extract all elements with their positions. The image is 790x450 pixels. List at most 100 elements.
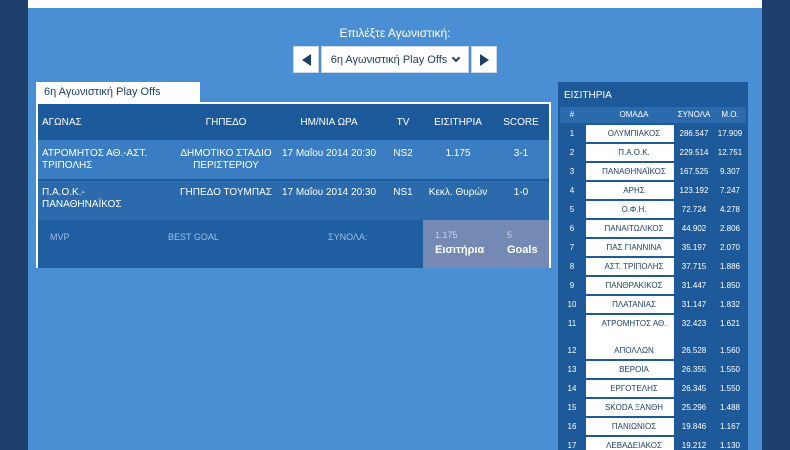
rank: 1 bbox=[560, 125, 584, 142]
best-goal-label: BEST GOAL bbox=[168, 232, 219, 242]
rank: 10 bbox=[560, 296, 584, 313]
ranking-row: 17 ΛΕΒΑΔΕΙΑΚΟΣ 19.212 1.130 bbox=[560, 437, 746, 450]
matches-table: ΑΓΩΝΑΣ ΓΗΠΕΔΟ ΗΜ/ΝΙΑ ΩΡΑ TV ΕΙΣΙΤΗΡΙΑ SC… bbox=[36, 102, 551, 268]
rank: 13 bbox=[560, 361, 584, 378]
team-name: ΛΕΒΑΔΕΙΑΚΟΣ bbox=[586, 437, 682, 450]
match-tv: NS2 bbox=[393, 148, 413, 159]
team-name: Π.Α.Ο.Κ. bbox=[586, 144, 682, 161]
tickets-average: 2.806 bbox=[714, 220, 746, 237]
tickets-total: 167.525 bbox=[674, 163, 714, 180]
tickets-average: 1.488 bbox=[714, 399, 746, 416]
matches-header-row: ΑΓΩΝΑΣ ΓΗΠΕΔΟ ΗΜ/ΝΙΑ ΩΡΑ TV ΕΙΣΙΤΗΡΙΑ SC… bbox=[38, 104, 549, 140]
rank: 2 bbox=[560, 144, 584, 161]
team-name: ΠΑΝΑΘΗΝΑΪΚΟΣ bbox=[586, 163, 682, 180]
team-name: ΑΠΟΛΛΩΝ bbox=[586, 342, 682, 359]
rank: 16 bbox=[560, 418, 584, 435]
rank: 17 bbox=[560, 437, 584, 450]
header-tv: TV bbox=[396, 117, 410, 128]
rank: 5 bbox=[560, 201, 584, 218]
rank: 3 bbox=[560, 163, 584, 180]
team-name: ΠΑΝΘΡΑΚΙΚΟΣ bbox=[586, 277, 682, 294]
arrow-left-icon bbox=[301, 53, 311, 66]
team-name: ΠΑΝΙΩΝΙΟΣ bbox=[586, 418, 682, 435]
tickets-total: 286.547 bbox=[674, 125, 714, 142]
ranking-row: 5 Ο.Φ.Η. 72.724 4.278 bbox=[560, 201, 746, 218]
ranking-row: 13 ΒΕΡΟΙΑ 26.355 1.550 bbox=[560, 361, 746, 378]
ranking-row: 15 SKODA ΞΑΝΘΗ 25.296 1.488 bbox=[560, 399, 746, 416]
tickets-total: 26.528 bbox=[674, 342, 714, 359]
ranking-row: 10 ΠΛΑΤΑΝΙΑΣ 31.147 1.832 bbox=[560, 296, 746, 313]
round-tab[interactable]: 6η Αγωνιστική Play Offs bbox=[36, 82, 200, 102]
rank: 14 bbox=[560, 380, 584, 397]
ranking-row: 6 ΠΑΝΑΙΤΩΛΙΚΟΣ 44.902 2.806 bbox=[560, 220, 746, 237]
team-name: ΠΑΝΑΙΤΩΛΙΚΟΣ bbox=[586, 220, 682, 237]
ranking-row: 7 ΠΑΣ ΓΙΑΝΝΙΝΑ 35.197 2.070 bbox=[560, 239, 746, 256]
tickets-average: 1.850 bbox=[714, 277, 746, 294]
match-date: 17 Μαΐου 2014 20:30 bbox=[281, 148, 377, 159]
header-total: ΣΥΝΟΛΑ bbox=[677, 110, 711, 119]
tickets-average: 4.278 bbox=[714, 201, 746, 218]
rank: 6 bbox=[560, 220, 584, 237]
tickets-total: 31.447 bbox=[674, 277, 714, 294]
tickets-total: 72.724 bbox=[674, 201, 714, 218]
rank: 8 bbox=[560, 258, 584, 275]
header-team: ΟΜΑΔΑ bbox=[619, 110, 649, 119]
tickets-total: 229.514 bbox=[674, 144, 714, 161]
ranking-row: 12 ΑΠΟΛΛΩΝ 26.528 1.560 bbox=[560, 342, 746, 359]
totals-box: 1.175 Εισιτήρια 5 Goals bbox=[423, 220, 549, 268]
match-tickets: 1.175 bbox=[445, 148, 471, 159]
tickets-total: 19.846 bbox=[674, 418, 714, 435]
tickets-total: 37.715 bbox=[674, 258, 714, 275]
team-name: ΒΕΡΟΙΑ bbox=[586, 361, 682, 378]
round-select-dropdown[interactable]: 6η Αγωνιστική Play Offs bbox=[321, 46, 469, 73]
ranking-row: 2 Π.Α.Ο.Κ. 229.514 12.751 bbox=[560, 144, 746, 161]
ranking-row: 3 ΠΑΝΑΘΗΝΑΪΚΟΣ 167.525 9.307 bbox=[560, 163, 746, 180]
header-tickets: ΕΙΣΙΤΗΡΙΑ bbox=[434, 117, 482, 128]
ranking-row: 14 ΕΡΓΟΤΕΛΗΣ 26.345 1.550 bbox=[560, 380, 746, 397]
match-score: 1-0 bbox=[513, 187, 529, 198]
page-content: Επιλέξτε Αγωνιστική: 6η Αγωνιστική Play … bbox=[28, 0, 762, 450]
next-round-button[interactable] bbox=[471, 46, 497, 73]
match-date: 17 Μαΐου 2014 20:30 bbox=[281, 187, 377, 198]
team-name: ΑΣΤ. ΤΡΙΠΟΛΗΣ bbox=[586, 258, 682, 275]
tickets-average: 17.909 bbox=[714, 125, 746, 142]
tickets-average: 7.247 bbox=[714, 182, 746, 199]
match-row[interactable]: Π.Α.Ο.Κ.-ΠΑΝΑΘΗΝΑΪΚΟΣ ΓΗΠΕΔΟ ΤΟΥΜΠΑΣ 17 … bbox=[38, 181, 549, 220]
tickets-average: 1.550 bbox=[714, 380, 746, 397]
top-bar bbox=[28, 0, 762, 8]
tickets-average: 1.560 bbox=[714, 342, 746, 359]
team-name: ΠΛΑΤΑΝΙΑΣ bbox=[586, 296, 682, 313]
totals-label: ΣΥΝΟΛΑ: bbox=[328, 232, 368, 242]
rank: 15 bbox=[560, 399, 584, 416]
tickets-average: 1.832 bbox=[714, 296, 746, 313]
header-score: SCORE bbox=[503, 117, 539, 128]
previous-round-button[interactable] bbox=[293, 46, 319, 73]
tickets-average: 12.751 bbox=[714, 144, 746, 161]
match-teams: Π.Α.Ο.Κ.-ΠΑΝΑΘΗΝΑΪΚΟΣ bbox=[42, 187, 122, 210]
team-name: ΑΡΗΣ bbox=[586, 182, 682, 199]
tickets-average: 1.130 bbox=[714, 437, 746, 450]
team-name: ΕΡΓΟΤΕΛΗΣ bbox=[586, 380, 682, 397]
tickets-total: 19.212 bbox=[674, 437, 714, 450]
mvp-label: MVP bbox=[50, 232, 70, 242]
match-tickets: Κεκλ. Θυρών bbox=[428, 187, 488, 198]
tickets-total: 26.345 bbox=[674, 380, 714, 397]
tickets-average: 2.070 bbox=[714, 239, 746, 256]
match-score: 3-1 bbox=[513, 148, 529, 159]
chevron-down-icon bbox=[452, 53, 461, 62]
tickets-total: 31.147 bbox=[674, 296, 714, 313]
tickets-total: 35.197 bbox=[674, 239, 714, 256]
tickets-header-row: # ΟΜΑΔΑ ΣΥΝΟΛΑ Μ.Ο. bbox=[560, 107, 746, 123]
round-selector-title: Επιλέξτε Αγωνιστική: bbox=[339, 26, 451, 40]
rank: 7 bbox=[560, 239, 584, 256]
team-name: Ο.Φ.Η. bbox=[586, 201, 682, 218]
header-average: Μ.Ο. bbox=[721, 110, 739, 119]
arrow-right-icon bbox=[479, 53, 489, 66]
header-match: ΑΓΩΝΑΣ bbox=[42, 117, 82, 128]
match-row[interactable]: ΑΤΡΟΜΗΤΟΣ ΑΘ.-ΑΣΤ. ΤΡΙΠΟΛΗΣ ΔΗΜΟΤΙΚΟ ΣΤΑ… bbox=[38, 140, 549, 179]
ranking-row: 9 ΠΑΝΘΡΑΚΙΚΟΣ 31.447 1.850 bbox=[560, 277, 746, 294]
round-select-value: 6η Αγωνιστική Play Offs bbox=[330, 53, 448, 66]
total-tickets-value: 1.175 bbox=[435, 230, 458, 240]
tickets-average: 9.307 bbox=[714, 163, 746, 180]
header-stadium: ΓΗΠΕΔΟ bbox=[205, 117, 247, 128]
